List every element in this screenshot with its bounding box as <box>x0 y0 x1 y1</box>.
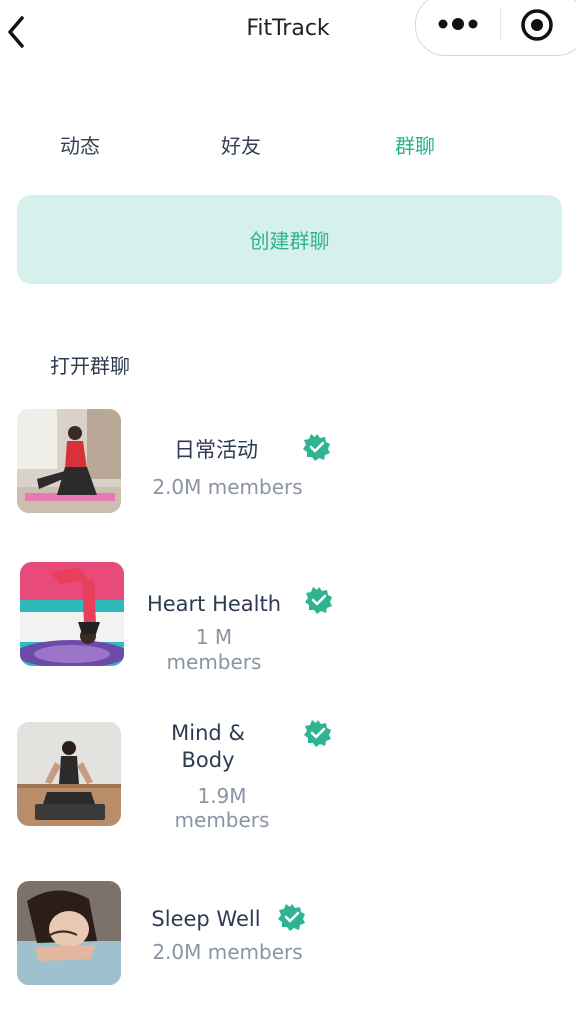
group-thumbnail-heart-health[interactable] <box>20 562 124 666</box>
group-members-unit: members <box>174 808 270 832</box>
tab-moments[interactable]: 动态 <box>60 130 100 159</box>
group-name-line2[interactable]: Body <box>150 746 266 774</box>
tab-group-chat[interactable]: 群聊 <box>395 130 435 159</box>
group-name[interactable]: Heart Health <box>145 590 283 618</box>
group-name[interactable]: 日常活动 <box>150 436 282 464</box>
create-group-button[interactable]: 创建群聊 <box>17 195 562 284</box>
group-thumbnail-mind-body[interactable] <box>17 722 121 826</box>
group-members-count: 1.9M <box>197 784 247 808</box>
group-name[interactable]: Sleep Well <box>145 905 267 933</box>
tab-friends[interactable]: 好友 <box>221 130 261 159</box>
group-members-count: 1 M <box>195 625 233 649</box>
close-target-icon[interactable] <box>520 8 554 42</box>
create-group-label: 创建群聊 <box>249 229 330 253</box>
group-name-line1[interactable]: Mind & <box>150 719 266 747</box>
group-members: 2.0M members <box>152 475 303 499</box>
more-icon[interactable] <box>437 16 481 32</box>
verified-badge-icon <box>278 903 306 931</box>
group-members: 2.0M members <box>152 940 303 964</box>
capsule-divider <box>500 8 501 40</box>
section-title: 打开群聊 <box>50 354 130 378</box>
verified-badge-icon <box>305 586 333 614</box>
group-thumbnail-sleep-well[interactable] <box>17 881 121 985</box>
group-members-unit: members <box>166 650 262 674</box>
group-thumbnail-daily[interactable] <box>17 409 121 513</box>
verified-badge-icon <box>304 719 332 747</box>
verified-badge-icon <box>303 433 331 461</box>
